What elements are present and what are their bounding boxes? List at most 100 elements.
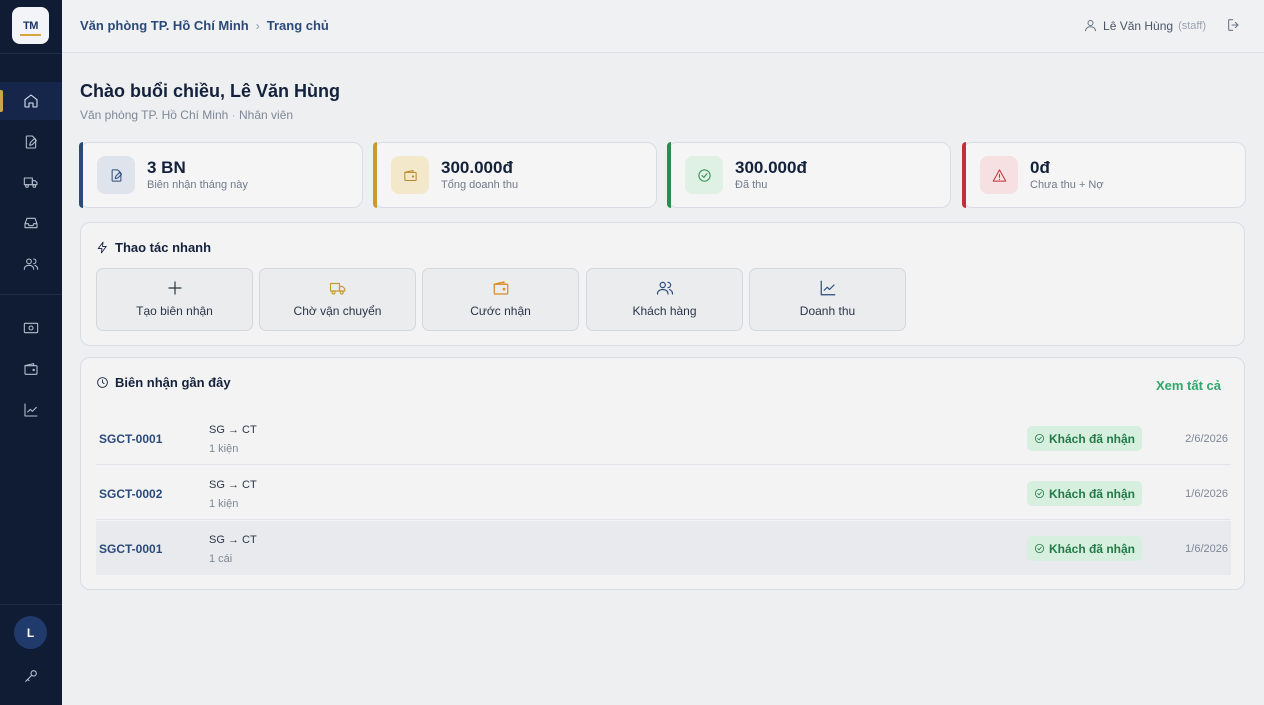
logo-stripe [20,34,41,36]
receipt-date: 1/6/2026 [1185,543,1228,555]
receipt-code[interactable]: SGCT-0001 [99,432,162,446]
sidebar-item-shipping[interactable] [0,163,62,201]
top-bar: Văn phòng TP. Hồ Chí Minh › Trang chủ Lê… [62,0,1264,53]
warning-icon [992,168,1006,182]
breadcrumb: Văn phòng TP. Hồ Chí Minh › Trang chủ [80,18,329,33]
status-badge: Khách đã nhận [1027,481,1143,506]
position-name: Nhân viên [239,108,294,122]
status-text: Khách đã nhận [1049,541,1136,556]
table-row[interactable]: SGCT-0001 SG → CT 1 cái Khách đã nhận 1/… [96,521,1231,575]
stat-value: 300.000đ [735,158,807,177]
user-role: (staff) [1178,19,1206,32]
quick-freight-button[interactable]: Cước nhận [422,268,579,331]
sidebar-item-inbox[interactable] [0,204,62,242]
stat-icon-box [685,156,723,194]
chart-line-icon [24,403,38,417]
breadcrumb-current: Trang chủ [266,18,329,33]
sidebar-item-customers[interactable] [0,245,62,283]
logo-text: TM [23,19,38,32]
stat-card-outstanding: 0đ Chưa thu + Nợ [962,142,1246,208]
quick-actions-title-text: Thao tác nhanh [115,240,212,255]
clock-icon [97,377,108,388]
quick-actions-title: Thao tác nhanh [96,240,211,255]
user-icon [1085,20,1097,32]
receipt-quantity: 1 cái [209,553,233,565]
user-name: Lê Văn Hùng [1103,18,1174,33]
stat-card-total-revenue: 300.000đ Tổng doanh thu [373,142,657,208]
key-icon [25,670,37,682]
wallet-icon [24,363,38,375]
office-name: Văn phòng TP. Hồ Chí Minh [80,108,229,122]
receipt-code[interactable]: SGCT-0002 [99,487,162,501]
status-text: Khách đã nhận [1049,431,1136,446]
receipt-quantity: 1 kiện [209,443,239,455]
quick-action-label: Cước nhận [470,304,531,318]
stat-card-receipts: 3 BN Biên nhận tháng này [79,142,363,208]
logout-button[interactable] [1226,17,1242,33]
cash-icon [23,322,39,334]
receipt-quantity: 1 kiện [209,498,239,510]
sidebar-item-wallet[interactable] [0,350,62,388]
table-row[interactable]: SGCT-0002 SG → CT 1 kiện Khách đã nhận 1… [96,466,1231,520]
sidebar-item-revenue[interactable] [0,391,62,429]
quick-customers-button[interactable]: Khách hàng [586,268,743,331]
check-circle-icon [1034,433,1045,444]
receipt-route: SG → CT [209,424,257,436]
chart-line-icon [820,280,835,296]
edit-document-icon [111,168,122,182]
stat-card-collected: 300.000đ Đã thu [667,142,951,208]
home-icon [24,94,38,108]
app-logo[interactable]: TM [12,7,49,44]
quick-action-label: Chờ vận chuyển [293,304,382,318]
stat-icon-box [980,156,1018,194]
recent-receipts-title-text: Biên nhận gần đây [115,375,231,390]
sidebar-item-cash[interactable] [0,309,62,347]
users-icon [23,258,39,270]
status-badge: Khách đã nhận [1027,536,1143,561]
receipt-date: 2/6/2026 [1185,433,1228,445]
sidebar: TM L [0,0,62,705]
sidebar-divider [0,294,62,295]
avatar[interactable]: L [14,616,47,649]
receipt-date: 1/6/2026 [1185,488,1228,500]
edit-document-icon [25,135,37,149]
stat-label: Biên nhận tháng này [147,179,248,191]
check-circle-icon [697,168,711,182]
quick-revenue-button[interactable]: Doanh thu [749,268,906,331]
sidebar-item-password[interactable] [0,657,62,695]
wallet-icon [493,281,508,295]
page-subtitle: Văn phòng TP. Hồ Chí Minh · Nhân viên [80,108,293,122]
view-all-link[interactable]: Xem tất cả [1156,378,1221,393]
stat-label: Đã thu [735,179,768,191]
subtitle-dot: · [231,108,236,122]
wallet-icon [403,169,417,181]
page-title: Chào buổi chiều, Lê Văn Hùng [80,81,341,101]
status-text: Khách đã nhận [1049,486,1136,501]
quick-action-label: Khách hàng [632,304,697,318]
stat-icon-box [97,156,135,194]
stat-label: Chưa thu + Nợ [1030,179,1104,191]
receipt-code[interactable]: SGCT-0001 [99,542,162,556]
user-menu[interactable]: Lê Văn Hùng (staff) [1083,18,1206,33]
stat-value: 0đ [1030,158,1050,177]
quick-pending-shipping-button[interactable]: Chờ vận chuyển [259,268,416,331]
sidebar-divider [0,53,62,54]
status-badge: Khách đã nhận [1027,426,1143,451]
quick-action-label: Tạo biên nhận [136,304,213,318]
inbox-icon [24,217,38,229]
truck-icon [329,282,345,295]
breadcrumb-office[interactable]: Văn phòng TP. Hồ Chí Minh [80,18,249,33]
quick-action-label: Doanh thu [799,304,856,318]
plus-icon [167,281,182,295]
sidebar-item-receipts[interactable] [0,123,62,161]
users-icon [656,281,673,295]
table-row[interactable]: SGCT-0001 SG → CT 1 kiện Khách đã nhận 2… [96,411,1231,465]
recent-receipts-title: Biên nhận gần đây [96,375,231,390]
truck-icon [23,177,38,188]
quick-actions-panel: Thao tác nhanh Tạo biên nhận Chờ vận chu… [80,222,1245,346]
sidebar-divider [0,604,62,605]
sidebar-item-home[interactable] [0,82,62,120]
stat-value: 300.000đ [441,158,513,177]
quick-create-receipt-button[interactable]: Tạo biên nhận [96,268,253,331]
stat-label: Tổng doanh thu [441,179,519,191]
